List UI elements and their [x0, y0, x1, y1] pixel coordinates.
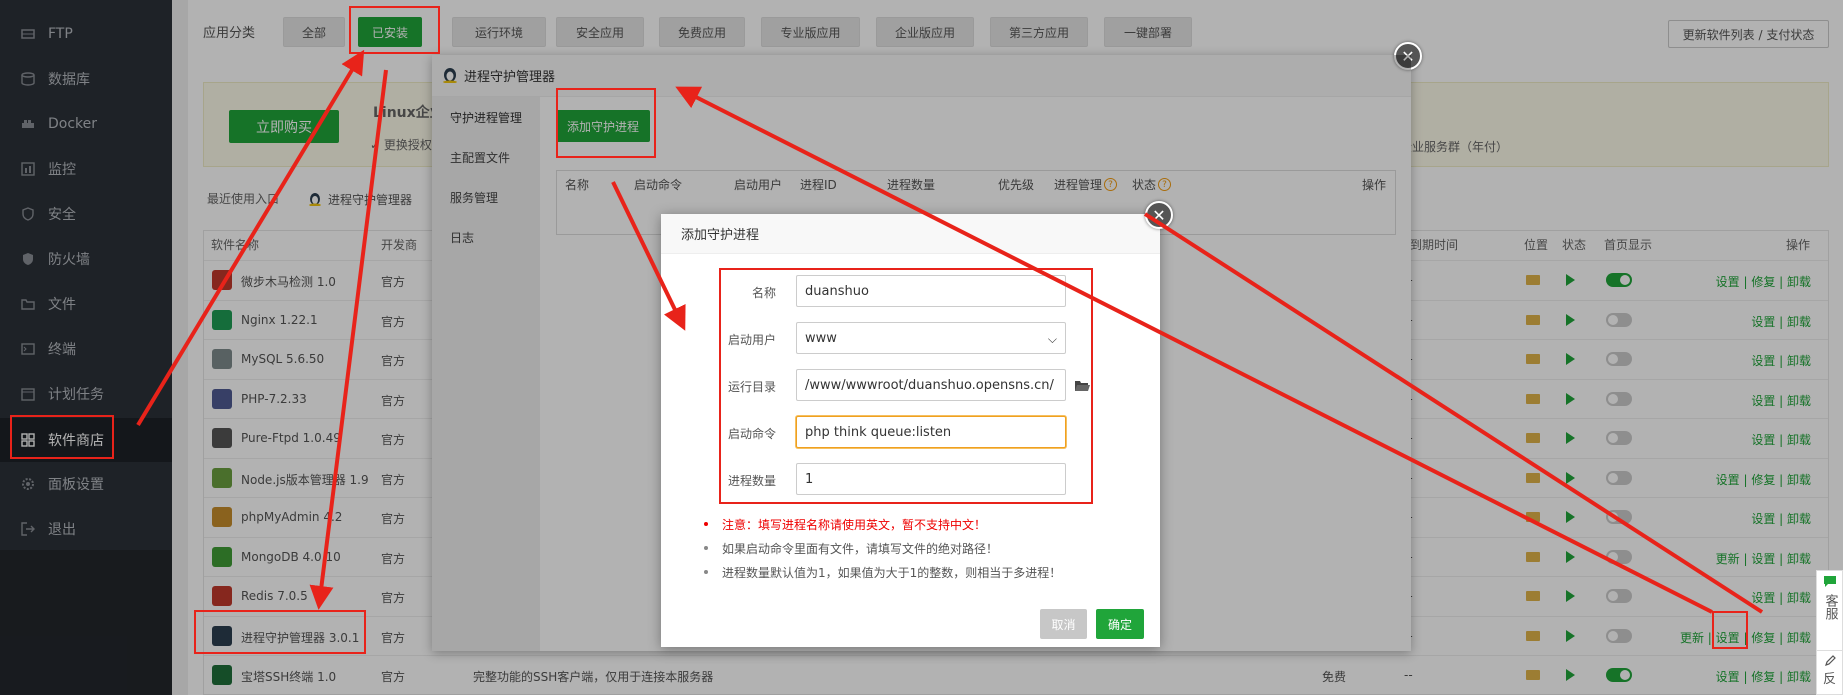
- app-root: FTP 数据库 Docker 监控 安全 防火墙 文件 终端 计划任务 软件商店…: [0, 0, 1843, 695]
- note-abs-path: 如果启动命令里面有文件，请填写文件的绝对路径！: [722, 542, 999, 556]
- chat-icon: [1817, 575, 1842, 592]
- customer-service-label: 客服: [1822, 594, 1838, 620]
- feedback-panel[interactable]: 反: [1816, 650, 1843, 695]
- close-icon: ✕: [1152, 205, 1166, 225]
- close-dialog-button[interactable]: ✕: [1145, 201, 1173, 229]
- highlight-form: [719, 268, 1093, 504]
- highlight-settings-link: [1712, 611, 1748, 649]
- cancel-button[interactable]: 取消: [1040, 609, 1087, 639]
- add-daemon-title: 添加守护进程: [681, 228, 760, 243]
- add-daemon-header: 添加守护进程: [661, 214, 1160, 254]
- feedback-label: 反: [1822, 672, 1836, 687]
- note-bullet: [704, 522, 708, 526]
- highlight-store-menu: [10, 415, 114, 459]
- note-warning: 注意：填写进程名称请使用英文，暂不支持中文！: [722, 518, 987, 532]
- edit-icon: [1817, 655, 1842, 672]
- highlight-add-button: [556, 88, 656, 158]
- highlight-installed-tab: [349, 6, 440, 54]
- note-multi-process: 进程数量默认值为1，如果值为大于1的整数，则相当于多进程！: [722, 566, 1062, 580]
- note-bullet: [704, 546, 708, 550]
- confirm-button[interactable]: 确定: [1096, 609, 1144, 639]
- note-bullet: [704, 570, 708, 574]
- highlight-supervisor-row: [194, 610, 366, 654]
